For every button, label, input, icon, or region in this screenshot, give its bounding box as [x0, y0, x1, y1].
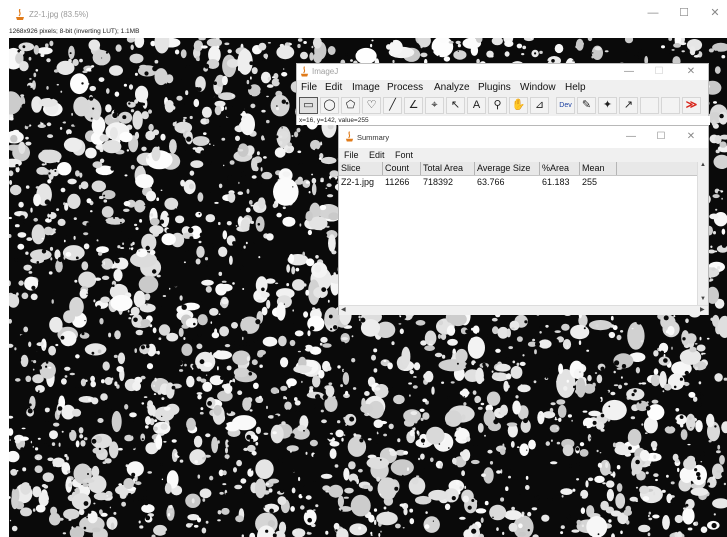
- summary-titlebar[interactable]: Summary — ☐ ✕: [339, 126, 708, 148]
- imagej-titlebar[interactable]: ImageJ — ☐ ✕: [297, 64, 708, 80]
- blank-slot-icon[interactable]: [640, 97, 659, 114]
- java-icon: [16, 9, 24, 20]
- cell-average-size: 63.766: [477, 177, 505, 187]
- image-window-titlebar[interactable]: Z2-1.jpg (83.5%) — ☐ ✕: [0, 0, 727, 28]
- menu-help[interactable]: Help: [565, 82, 586, 93]
- column-header-average-size[interactable]: Average Size: [475, 162, 540, 175]
- hand-icon[interactable]: ✋: [509, 97, 528, 114]
- column-header-area-percent[interactable]: %Area: [540, 162, 580, 175]
- cell-area-percent: 61.183: [542, 177, 570, 187]
- menu-process[interactable]: Process: [387, 82, 423, 93]
- close-button[interactable]: ✕: [703, 4, 727, 22]
- column-header-mean[interactable]: Mean: [580, 162, 617, 175]
- scroll-down-icon[interactable]: ▼: [700, 296, 706, 302]
- angle-icon[interactable]: ∠: [404, 97, 423, 114]
- horizontal-scrollbar[interactable]: ◀ ▶: [339, 305, 708, 315]
- minimize-button[interactable]: —: [617, 63, 641, 81]
- imagej-toolbar-window: ImageJ — ☐ ✕ File Edit Image Process Ana…: [296, 63, 710, 125]
- rectangle-select-icon[interactable]: ▭: [299, 97, 318, 114]
- results-table[interactable]: Slice Count Total Area Average Size %Are…: [339, 162, 697, 305]
- maximize-button[interactable]: ☐: [649, 128, 673, 146]
- summary-window: Summary — ☐ ✕ File Edit Font Slice Count…: [338, 125, 709, 315]
- point-icon[interactable]: ⌖: [425, 97, 444, 114]
- scroll-right-icon[interactable]: ▶: [700, 306, 705, 313]
- imagej-toolbar: ▭ ◯ ⬠ ♡ ╱ ∠ ⌖ ↖ A ⚲ ✋ ⊿ Dev ✎ ✦ ↗ ≫: [297, 96, 708, 116]
- cell-count: 11266: [385, 177, 410, 187]
- image-info-line: 1268x926 pixels; 8-bit (inverting LUT); …: [9, 28, 140, 35]
- imagej-status-bar: x=16, y=142, value=255: [297, 116, 710, 125]
- summary-menubar: File Edit Font: [339, 148, 708, 162]
- polygon-select-icon[interactable]: ⬠: [341, 97, 360, 114]
- dropper-icon[interactable]: ⊿: [530, 97, 549, 114]
- table-header: Slice Count Total Area Average Size %Are…: [339, 162, 697, 176]
- column-header-total-area[interactable]: Total Area: [421, 162, 475, 175]
- developer-menu-icon[interactable]: Dev: [556, 97, 575, 114]
- minimize-button[interactable]: —: [641, 4, 665, 22]
- close-button[interactable]: ✕: [679, 63, 703, 81]
- summary-title: Summary: [357, 133, 390, 142]
- oval-select-icon[interactable]: ◯: [320, 97, 339, 114]
- menu-edit[interactable]: Edit: [369, 150, 385, 160]
- minimize-button[interactable]: —: [619, 128, 643, 146]
- menu-window[interactable]: Window: [520, 82, 556, 93]
- menu-font[interactable]: Font: [395, 150, 413, 160]
- blank-slot-icon[interactable]: [661, 97, 680, 114]
- column-header-count[interactable]: Count: [383, 162, 421, 175]
- vertical-scrollbar[interactable]: ▲ ▼: [697, 162, 708, 305]
- cell-slice: Z2-1.jpg: [341, 177, 375, 187]
- wand-icon[interactable]: ↖: [446, 97, 465, 114]
- menu-file[interactable]: File: [344, 150, 359, 160]
- brush-icon[interactable]: ✦: [598, 97, 617, 114]
- magnifier-icon[interactable]: ⚲: [488, 97, 507, 114]
- scroll-up-icon[interactable]: ▲: [700, 162, 706, 168]
- menu-analyze[interactable]: Analyze: [434, 82, 470, 93]
- imagej-title: ImageJ: [312, 67, 339, 76]
- text-icon[interactable]: A: [467, 97, 486, 114]
- window-title: Z2-1.jpg (83.5%): [29, 10, 89, 19]
- line-icon[interactable]: ╱: [383, 97, 402, 114]
- flood-fill-icon[interactable]: ↗: [619, 97, 638, 114]
- menu-file[interactable]: File: [301, 82, 317, 93]
- cell-mean: 255: [582, 177, 598, 187]
- maximize-button[interactable]: ☐: [672, 4, 696, 22]
- freehand-select-icon[interactable]: ♡: [362, 97, 381, 114]
- menu-image[interactable]: Image: [352, 82, 380, 93]
- menu-edit[interactable]: Edit: [325, 82, 342, 93]
- scroll-left-icon[interactable]: ◀: [341, 306, 346, 313]
- menu-plugins[interactable]: Plugins: [478, 82, 511, 93]
- pencil-icon[interactable]: ✎: [577, 97, 596, 114]
- imagej-menubar: File Edit Image Process Analyze Plugins …: [297, 80, 708, 95]
- java-icon: [345, 131, 354, 142]
- column-header-slice[interactable]: Slice: [339, 162, 383, 175]
- cell-total-area: 718392: [423, 177, 454, 187]
- maximize-button[interactable]: ☐: [647, 63, 671, 81]
- java-icon: [300, 66, 309, 77]
- close-button[interactable]: ✕: [679, 128, 703, 146]
- more-tools-icon[interactable]: ≫: [682, 97, 701, 114]
